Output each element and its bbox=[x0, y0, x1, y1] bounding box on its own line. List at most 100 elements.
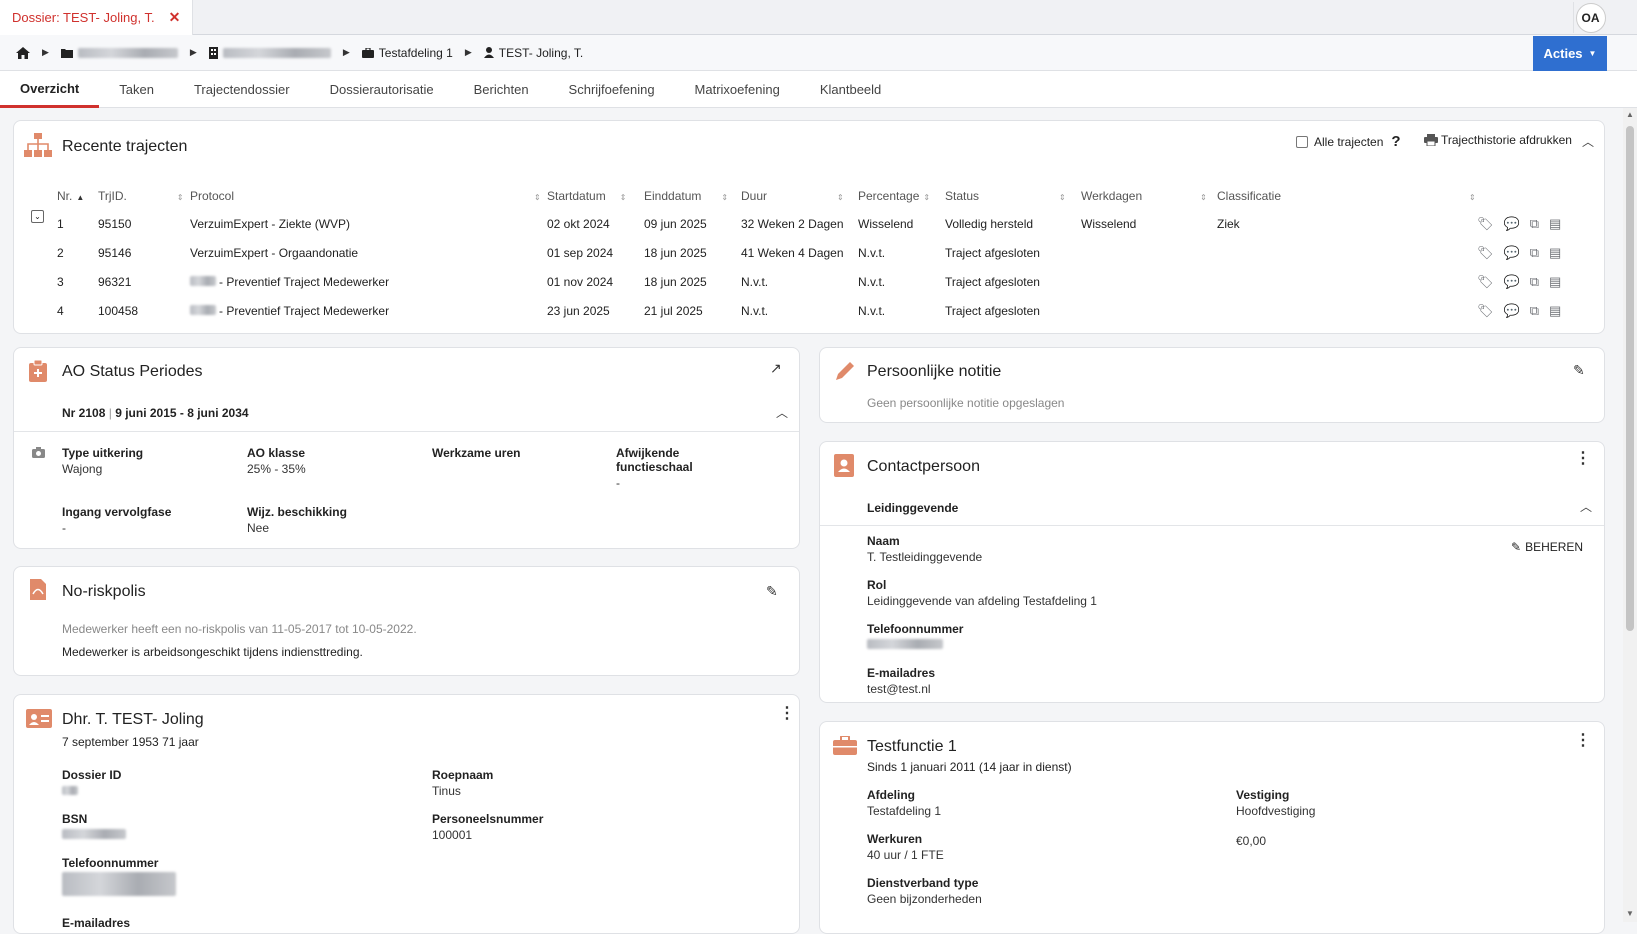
col-status[interactable]: Status ⇕ bbox=[945, 183, 1081, 209]
breadcrumb-department[interactable]: Testafdeling 1 bbox=[361, 46, 453, 60]
comment-icon[interactable]: 💬 bbox=[1504, 303, 1520, 319]
recent-trajectories-title: Recente trajecten bbox=[62, 138, 188, 155]
col-percentage[interactable]: Percentage ⇕ bbox=[858, 183, 945, 209]
document-icon[interactable]: ▤ bbox=[1549, 216, 1561, 232]
tag-icon[interactable]: 🏷 bbox=[1477, 274, 1494, 290]
copy-icon[interactable]: ⧉ bbox=[1530, 303, 1539, 319]
more-options-icon[interactable]: ⋮ bbox=[1575, 730, 1591, 750]
copy-icon[interactable]: ⧉ bbox=[1530, 274, 1539, 290]
document-icon[interactable]: ▤ bbox=[1549, 303, 1561, 319]
document-icon[interactable]: ▤ bbox=[1549, 274, 1561, 290]
email-field: E-mailadres bbox=[62, 916, 131, 930]
more-options-icon[interactable]: ⋮ bbox=[779, 703, 795, 723]
pencil-icon bbox=[836, 362, 854, 380]
pdf-file-icon bbox=[30, 579, 46, 600]
col-startdatum[interactable]: Startdatum ⇕ bbox=[547, 183, 644, 209]
col-protocol[interactable]: Protocol ⇕ bbox=[190, 183, 547, 209]
person-birthdate: 7 september 1953 71 jaar bbox=[62, 735, 199, 749]
afdeling-field: Afdeling Testafdeling 1 bbox=[867, 788, 942, 818]
col-nr[interactable]: Nr. ▲ bbox=[57, 183, 98, 209]
noriskpolis-title: No-riskpolis bbox=[62, 583, 146, 600]
tag-icon[interactable]: 🏷 bbox=[1477, 216, 1494, 232]
recent-trajectories-card: Recente trajecten Alle trajecten ? Traje… bbox=[13, 120, 1605, 334]
col-trjid[interactable]: TrjID. ⇕ bbox=[98, 183, 190, 209]
table-row[interactable]: 1 95150 VerzuimExpert - Ziekte (WVP) 02 … bbox=[57, 209, 1597, 238]
briefcase-icon bbox=[833, 736, 857, 755]
person-card: Dhr. T. TEST- Joling 7 september 1953 71… bbox=[13, 694, 800, 934]
col-duur[interactable]: Duur ⇕ bbox=[741, 183, 858, 209]
dossier-tab-label: Dossier: TEST- Joling, T. bbox=[12, 10, 155, 25]
contact-telefoon-field: Telefoonnummer bbox=[867, 622, 963, 652]
comment-icon[interactable]: 💬 bbox=[1504, 245, 1520, 261]
more-options-icon[interactable]: ⋮ bbox=[1575, 448, 1591, 468]
tab-matrixoefening[interactable]: Matrixoefening bbox=[675, 71, 800, 108]
col-einddatum[interactable]: Einddatum ⇕ bbox=[644, 183, 741, 209]
ingang-vervolgfase-field: Ingang vervolgfase - bbox=[62, 505, 172, 535]
copy-icon[interactable]: ⧉ bbox=[1530, 245, 1539, 261]
address-book-icon bbox=[834, 454, 854, 477]
tab-overzicht[interactable]: Overzicht bbox=[0, 71, 100, 108]
document-icon[interactable]: ▤ bbox=[1549, 245, 1561, 261]
dienstverband-field: Dienstverband type Geen bijzonderheden bbox=[867, 876, 982, 906]
noriskpolis-period: Medewerker heeft een no-riskpolis van 11… bbox=[62, 622, 417, 636]
print-history-button[interactable]: Trajecthistorie afdrukken bbox=[1424, 133, 1572, 147]
function-title: Testfunctie 1 bbox=[867, 738, 957, 755]
breadcrumb-location[interactable] bbox=[208, 46, 331, 59]
scrollbar-thumb[interactable] bbox=[1626, 126, 1634, 631]
tag-icon[interactable]: 🏷 bbox=[1477, 303, 1494, 319]
caret-down-icon: ▼ bbox=[1588, 49, 1597, 58]
scroll-up-icon[interactable]: ▲ bbox=[1626, 110, 1634, 119]
tab-schrijfoefening[interactable]: Schrijfoefening bbox=[549, 71, 675, 108]
salaris-field: €0,00 bbox=[1236, 834, 1267, 848]
table-row[interactable]: 2 95146 VerzuimExpert - Orgaandonatie 01… bbox=[57, 238, 1597, 267]
noriskpolis-card: No-riskpolis ✎ Medewerker heeft een no-r… bbox=[13, 566, 800, 676]
user-avatar[interactable]: OA bbox=[1573, 2, 1607, 33]
actions-button[interactable]: Acties ▼ bbox=[1533, 36, 1607, 71]
expand-row-toggle[interactable]: ⌄ bbox=[31, 210, 44, 223]
home-icon[interactable] bbox=[16, 46, 30, 59]
roepnaam-field: Roepnaam Tinus bbox=[432, 768, 494, 798]
breadcrumb-person[interactable]: TEST- Joling, T. bbox=[483, 46, 583, 60]
copy-icon[interactable]: ⧉ bbox=[1530, 216, 1539, 232]
tab-berichten[interactable]: Berichten bbox=[454, 71, 549, 108]
period-header[interactable]: Nr 2108 | 9 juni 2015 - 8 juni 2034 bbox=[62, 406, 249, 420]
tab-dossierautorisatie[interactable]: Dossierautorisatie bbox=[310, 71, 454, 108]
close-icon[interactable]: ✕ bbox=[169, 9, 181, 26]
sort-icon: ⇕ bbox=[1200, 193, 1207, 202]
contact-card: Contactpersoon ⋮ Leidinggevende ︿ ✎ BEHER… bbox=[819, 441, 1605, 703]
folder-icon bbox=[60, 48, 73, 58]
edit-icon[interactable]: ✎ bbox=[766, 583, 778, 600]
id-card-icon bbox=[26, 709, 52, 728]
scroll-down-icon[interactable]: ▼ bbox=[1626, 909, 1634, 918]
personal-note-empty: Geen persoonlijke notitie opgeslagen bbox=[867, 396, 1065, 410]
tag-icon[interactable]: 🏷 bbox=[1477, 245, 1494, 261]
comment-icon[interactable]: 💬 bbox=[1504, 274, 1520, 290]
external-link-icon[interactable]: ↗ bbox=[770, 360, 782, 377]
noriskpolis-note: Medewerker is arbeidsongeschikt tijdens … bbox=[62, 645, 363, 659]
comment-icon[interactable]: 💬 bbox=[1504, 216, 1520, 232]
table-row[interactable]: 3 96321 - Preventief Traject Medewerker … bbox=[57, 267, 1597, 296]
manage-button[interactable]: ✎ BEHEREN bbox=[1511, 540, 1583, 554]
tab-trajectendossier[interactable]: Trajectendossier bbox=[174, 71, 310, 108]
dossier-tab[interactable]: Dossier: TEST- Joling, T. ✕ bbox=[0, 0, 194, 35]
werkzame-uren-field: Werkzame uren bbox=[432, 446, 521, 460]
edit-icon[interactable]: ✎ bbox=[1573, 362, 1585, 379]
all-trajectories-checkbox[interactable]: Alle trajecten ? bbox=[1296, 133, 1401, 150]
tab-klantbeeld[interactable]: Klantbeeld bbox=[800, 71, 901, 108]
contact-section-header[interactable]: Leidinggevende bbox=[867, 501, 958, 515]
collapse-chevron-icon[interactable]: ︿ bbox=[776, 404, 788, 421]
page-scrollbar[interactable]: ▲ ▼ bbox=[1623, 108, 1637, 922]
building-icon bbox=[208, 46, 218, 59]
col-werkdagen[interactable]: Werkdagen ⇕ bbox=[1081, 183, 1217, 209]
collapse-chevron-icon[interactable]: ︿ bbox=[1580, 498, 1592, 515]
col-classificatie[interactable]: Classificatie ⇕ bbox=[1217, 183, 1477, 209]
help-icon[interactable]: ? bbox=[1391, 133, 1400, 150]
sort-icon: ⇕ bbox=[721, 193, 729, 202]
user-icon bbox=[483, 47, 494, 58]
breadcrumb-organisation[interactable] bbox=[60, 47, 178, 58]
collapse-chevron-icon[interactable]: ︿ bbox=[1582, 133, 1594, 150]
briefcase-icon bbox=[361, 47, 374, 58]
chevron-right-icon: ▶ bbox=[189, 47, 197, 57]
tab-taken[interactable]: Taken bbox=[99, 71, 174, 108]
table-row[interactable]: 4 100458 - Preventief Traject Medewerker… bbox=[57, 296, 1597, 325]
